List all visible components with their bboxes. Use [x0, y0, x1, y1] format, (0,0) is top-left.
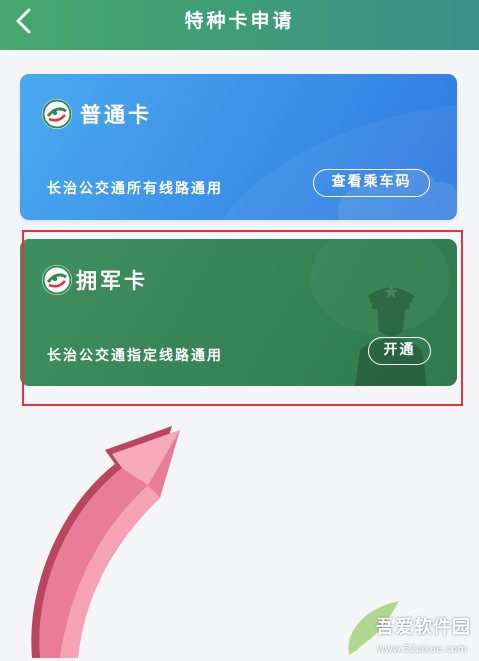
watermark-logo: 吾爱软件园 www.52zixue.com	[329, 589, 479, 661]
bus-logo-icon	[42, 99, 72, 129]
view-ride-code-button[interactable]: 查看乘车码	[313, 169, 430, 197]
card-name: 普通卡	[80, 103, 152, 127]
page-title: 特种卡申请	[184, 10, 295, 32]
highlight-frame	[22, 230, 463, 406]
card-description: 长治公交通所有线路通用	[47, 181, 223, 197]
top-bar: 特种卡申请	[0, 0, 479, 50]
curved-arrow-icon	[31, 426, 180, 658]
watermark-url: www.52zixue.com	[376, 644, 468, 655]
normal-card[interactable]: 普通卡 长治公交通所有线路通用 查看乘车码	[20, 74, 457, 220]
cloud-icon	[220, 104, 457, 220]
watermark-brand: 吾爱软件园	[376, 617, 471, 638]
